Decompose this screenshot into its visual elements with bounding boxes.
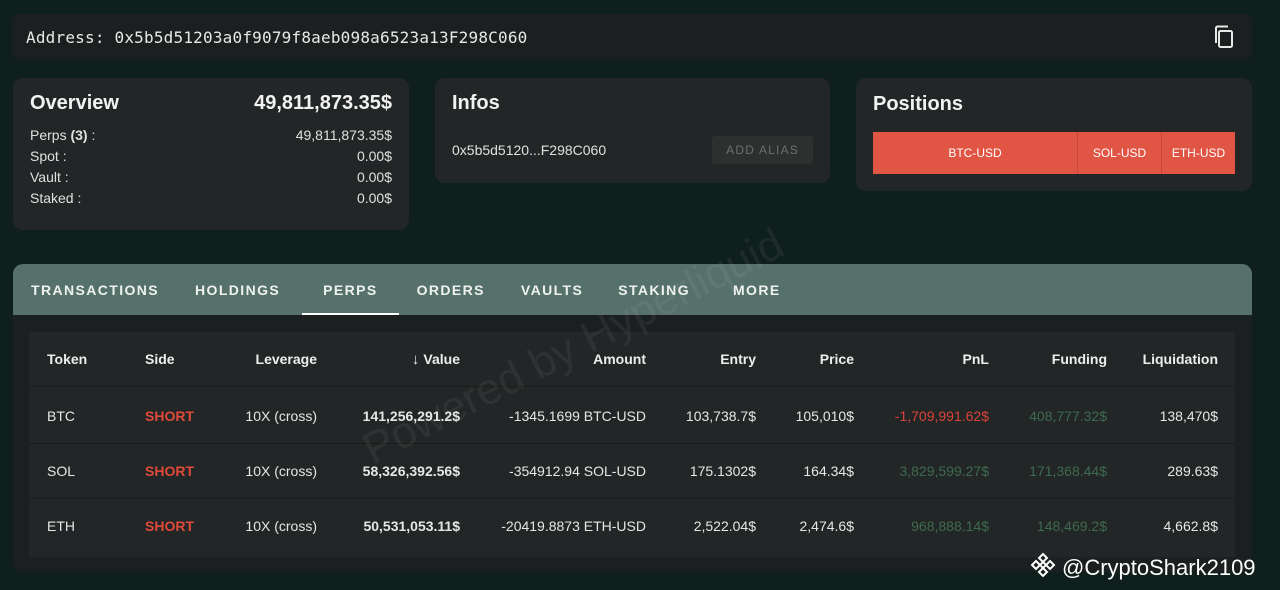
cell-pnl: 968,888.14$ <box>911 518 989 534</box>
cell-pnl: 3,829,599.27$ <box>899 463 989 479</box>
cell-amount: -1345.1699 BTC-USD <box>509 408 646 424</box>
header-leverage[interactable]: Leverage <box>256 332 317 387</box>
overview-row-vault: Vault : 0.00$ <box>30 167 392 188</box>
cell-price: 2,474.6$ <box>799 518 855 534</box>
overview-row-label: Staked : <box>30 190 82 206</box>
tab-staking[interactable]: STAKING <box>618 264 690 315</box>
positions-bar: BTC-USD SOL-USD ETH-USD <box>873 132 1235 174</box>
tab-bar: TRANSACTIONS HOLDINGS PERPS ORDERS VAULT… <box>13 264 1252 315</box>
cell-leverage: 10X (cross) <box>245 463 317 479</box>
address-label: Address: <box>26 27 105 47</box>
header-funding[interactable]: Funding <box>1052 332 1107 387</box>
cell-funding: 171,368.44$ <box>1029 463 1107 479</box>
table-row[interactable]: ETH SHORT 10X (cross) 50,531,053.11$ -20… <box>29 499 1235 554</box>
overview-title: Overview <box>30 92 119 114</box>
credit-text: @CryptoShark2109 <box>1062 555 1256 580</box>
address-text: Address: 0x5b5d51203a0f9079f8aeb098a6523… <box>26 28 528 47</box>
overview-row-perps: Perps (3) : 49,811,873.35$ <box>30 125 392 146</box>
add-alias-button[interactable]: ADD ALIAS <box>712 136 813 164</box>
table-header-row: Token Side Leverage ↓ Value Amount Entry … <box>29 332 1235 387</box>
perps-table: Token Side Leverage ↓ Value Amount Entry … <box>29 332 1235 557</box>
header-pnl[interactable]: PnL <box>963 332 989 387</box>
cell-funding: 408,777.32$ <box>1029 408 1107 424</box>
positions-title: Positions <box>873 93 964 115</box>
short-address: 0x5b5d5120...F298C060 <box>452 142 607 158</box>
cell-entry: 103,738.7$ <box>685 408 756 424</box>
tab-holdings[interactable]: HOLDINGS <box>195 264 280 315</box>
overview-total: 49,811,873.35$ <box>254 92 392 114</box>
cell-entry: 2,522.04$ <box>693 518 756 534</box>
overview-row-suffix: : <box>91 127 96 143</box>
overview-row-label: Vault : <box>30 169 69 185</box>
cell-leverage: 10X (cross) <box>245 518 317 534</box>
cell-amount: -20419.8873 ETH-USD <box>501 518 646 534</box>
cell-side: SHORT <box>145 518 194 534</box>
cell-entry: 175.1302$ <box>689 463 756 479</box>
position-segment-sol[interactable]: SOL-USD <box>1078 132 1162 174</box>
tab-more[interactable]: MORE <box>733 264 781 315</box>
overview-row-label: Spot : <box>30 148 67 164</box>
header-price[interactable]: Price <box>820 332 854 387</box>
tab-transactions[interactable]: TRANSACTIONS <box>31 264 159 315</box>
table-row[interactable]: SOL SHORT 10X (cross) 58,326,392.56$ -35… <box>29 444 1235 499</box>
table-row[interactable]: BTC SHORT 10X (cross) 141,256,291.2$ -13… <box>29 389 1235 444</box>
header-token[interactable]: Token <box>47 332 87 387</box>
cell-side: SHORT <box>145 463 194 479</box>
overview-row-value: 0.00$ <box>356 169 392 185</box>
cell-leverage: 10X (cross) <box>245 408 317 424</box>
header-amount[interactable]: Amount <box>593 332 646 387</box>
overview-row-staked: Staked : 0.00$ <box>30 188 392 209</box>
perps-table-card: TRANSACTIONS HOLDINGS PERPS ORDERS VAULT… <box>13 264 1252 572</box>
cell-price: 105,010$ <box>795 408 854 424</box>
overview-row-value: 0.00$ <box>356 190 392 206</box>
positions-card: Positions BTC-USD SOL-USD ETH-USD <box>856 78 1252 191</box>
overview-row-label: Perps <box>30 127 67 143</box>
cell-value: 58,326,392.56$ <box>362 463 460 479</box>
credit-overlay: @CryptoShark2109 <box>1030 552 1256 584</box>
cell-value: 50,531,053.11$ <box>363 518 460 534</box>
perps-count: (3) <box>70 127 88 143</box>
infos-title: Infos <box>452 92 500 114</box>
header-entry[interactable]: Entry <box>720 332 756 387</box>
tab-orders[interactable]: ORDERS <box>417 264 485 315</box>
cell-token: ETH <box>47 518 75 534</box>
cell-funding: 148,469.2$ <box>1036 518 1107 534</box>
infos-card: Infos 0x5b5d5120...F298C060 ADD ALIAS <box>435 78 830 183</box>
overview-card: Overview 49,811,873.35$ Perps (3) : 49,8… <box>13 78 409 230</box>
overview-row-spot: Spot : 0.00$ <box>30 146 392 167</box>
cell-liquidation: 4,662.8$ <box>1163 518 1219 534</box>
cell-side: SHORT <box>145 408 194 424</box>
overview-row-value: 49,811,873.35$ <box>295 127 392 143</box>
position-segment-btc[interactable]: BTC-USD <box>873 132 1078 174</box>
tab-vaults[interactable]: VAULTS <box>521 264 583 315</box>
address-value[interactable]: 0x5b5d51203a0f9079f8aeb098a6523a13F298C0… <box>115 28 528 47</box>
cell-amount: -354912.94 SOL-USD <box>509 463 646 479</box>
cell-value: 141,256,291.2$ <box>362 408 460 424</box>
header-value: Value <box>423 351 460 367</box>
position-segment-eth[interactable]: ETH-USD <box>1162 132 1235 174</box>
header-liquidation[interactable]: Liquidation <box>1143 332 1218 387</box>
cell-token: BTC <box>47 408 75 424</box>
overview-row-value: 0.00$ <box>356 148 392 164</box>
cell-liquidation: 289.63$ <box>1167 463 1218 479</box>
arrow-down-icon: ↓ <box>411 351 420 368</box>
header-value-wrap[interactable]: ↓ Value <box>412 332 460 387</box>
cell-liquidation: 138,470$ <box>1159 408 1218 424</box>
address-bar: Address: 0x5b5d51203a0f9079f8aeb098a6523… <box>12 14 1252 60</box>
binance-logo-icon <box>1030 552 1056 584</box>
cell-price: 164.34$ <box>803 463 854 479</box>
header-side[interactable]: Side <box>145 332 175 387</box>
cell-pnl: -1,709,991.62$ <box>894 408 989 424</box>
tab-perps[interactable]: PERPS <box>302 264 400 315</box>
cell-token: SOL <box>47 463 76 479</box>
copy-icon[interactable] <box>1212 24 1236 50</box>
